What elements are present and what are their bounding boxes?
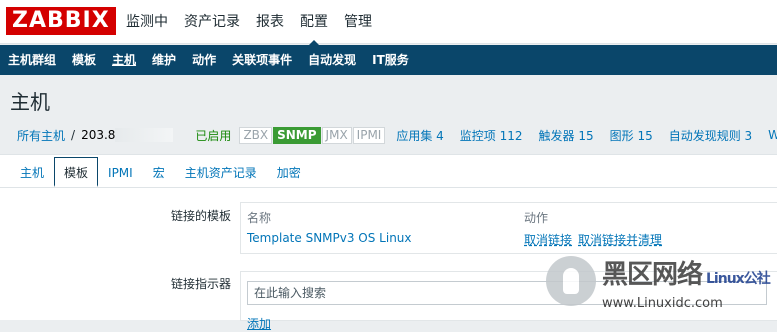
availability-jmx: JMX (321, 126, 352, 144)
tab-macros[interactable]: 宏 (143, 157, 175, 187)
top-navigation: 监测中 资产记录 报表 配置 管理 (118, 0, 380, 45)
column-header-action: 动作 (524, 211, 549, 225)
tab-host[interactable]: 主机 (10, 157, 54, 187)
subnav-host-groups[interactable]: 主机群组 (0, 45, 64, 75)
link-triggers[interactable]: 触发器 15 (539, 127, 594, 144)
add-template-link[interactable]: 添加 (247, 315, 271, 332)
top-nav-monitoring[interactable]: 监测中 (118, 0, 176, 44)
subnav-it-services[interactable]: IT服务 (364, 45, 417, 75)
penguin-logo-icon (546, 256, 596, 306)
tab-ipmi[interactable]: IPMI (98, 157, 143, 187)
top-nav-administration[interactable]: 管理 (336, 0, 380, 44)
subnav-event-correlation[interactable]: 关联项事件 (224, 45, 300, 75)
link-indicator-label: 链接指示器 (170, 277, 231, 291)
link-web[interactable]: We (768, 128, 777, 142)
subnav-hosts[interactable]: 主机 (104, 45, 144, 75)
tab-divider (0, 187, 777, 188)
availability-snmp: SNMP (273, 126, 321, 144)
tab-templates[interactable]: 模板 (54, 157, 99, 187)
subnav-maintenance[interactable]: 维护 (144, 45, 184, 75)
page-title: 主机 (10, 90, 50, 114)
top-nav-reports[interactable]: 报表 (248, 0, 292, 44)
linked-templates-table: 名称 动作 Template SNMPv3 OS Linux 取消链接 取消链接… (240, 202, 777, 254)
link-items[interactable]: 监控项 112 (460, 127, 523, 144)
tab-inventory[interactable]: 主机资产记录 (175, 157, 267, 187)
unlink-and-clear-button[interactable]: 取消链接并清理 (578, 231, 662, 248)
host-breadcrumb: 所有主机 / 203.8 已启用 ZBX SNMP JMX IPMI 应用集 4… (0, 121, 777, 149)
linked-templates-label: 链接的模板 (170, 209, 231, 223)
host-status-enabled[interactable]: 已启用 (195, 127, 231, 144)
link-applications[interactable]: 应用集 4 (396, 127, 443, 144)
watermark-title: 黑区网络 Linux公社 (602, 260, 771, 290)
subnav-discovery[interactable]: 自动发现 (300, 45, 364, 75)
availability-ipmi: IPMI (352, 126, 386, 144)
watermark-url: www.Linuxidc.com (602, 296, 723, 311)
template-name-link[interactable]: Template SNMPv3 OS Linux (247, 231, 412, 245)
tab-encryption[interactable]: 加密 (267, 157, 311, 187)
link-discovery-rules[interactable]: 自动发现规则 3 (669, 127, 752, 144)
redacted-address (115, 128, 174, 143)
zabbix-logo[interactable]: ZABBIX (6, 7, 116, 35)
top-header: ZABBIX 监测中 资产记录 报表 配置 管理 (0, 0, 777, 45)
breadcrumb-separator: / (71, 128, 76, 142)
unlink-button[interactable]: 取消链接 (524, 231, 572, 248)
availability-zbx: ZBX (239, 126, 273, 144)
subnav-actions[interactable]: 动作 (184, 45, 224, 75)
breadcrumb-host-name: 203.8 (81, 128, 174, 143)
subnav-templates[interactable]: 模板 (64, 45, 104, 75)
link-graphs[interactable]: 图形 15 (610, 127, 653, 144)
watermark: 黑区网络 Linux公社 www.Linuxidc.com (540, 250, 777, 320)
top-nav-configuration[interactable]: 配置 (292, 0, 336, 45)
host-tabs: 主机 模板 IPMI 宏 主机资产记录 加密 (10, 155, 311, 187)
breadcrumb-all-hosts[interactable]: 所有主机 (17, 127, 65, 144)
sub-navigation: 主机群组 模板 主机 维护 动作 关联项事件 自动发现 IT服务 (0, 45, 777, 75)
column-header-name: 名称 (247, 211, 272, 225)
top-nav-inventory[interactable]: 资产记录 (176, 0, 248, 44)
